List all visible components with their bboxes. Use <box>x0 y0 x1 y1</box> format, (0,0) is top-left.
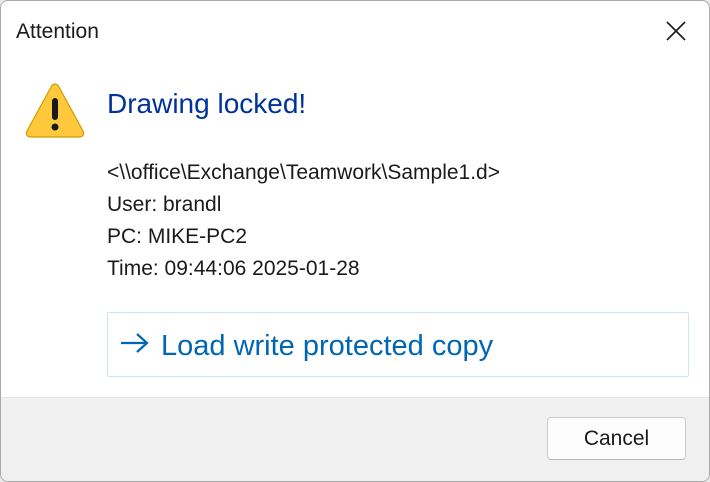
title-bar: Attention <box>1 1 709 61</box>
close-icon <box>666 21 686 41</box>
lock-dialog: Attention Drawing locked! <\\office\Exch… <box>0 0 710 482</box>
user-text: User: brandl <box>107 193 222 216</box>
pc-text: PC: MIKE-PC2 <box>107 225 248 248</box>
cancel-button[interactable]: Cancel <box>547 417 686 460</box>
main-instruction: Drawing locked! <box>107 88 307 119</box>
window-title: Attention <box>16 20 99 43</box>
load-write-protected-copy-link[interactable]: Load write protected copy <box>107 312 689 377</box>
arrow-right-icon <box>121 333 149 353</box>
close-button[interactable] <box>645 1 709 61</box>
button-bar: Cancel <box>1 397 709 481</box>
command-link-label: Load write protected copy <box>161 330 494 362</box>
file-path-text: <\\office\Exchange\Teamwork\Sample1.d> <box>107 161 501 184</box>
warning-icon <box>25 83 85 138</box>
time-text: Time: 09:44:06 2025-01-28 <box>107 257 360 280</box>
lock-details: <\\office\Exchange\Teamwork\Sample1.d> U… <box>107 157 500 285</box>
